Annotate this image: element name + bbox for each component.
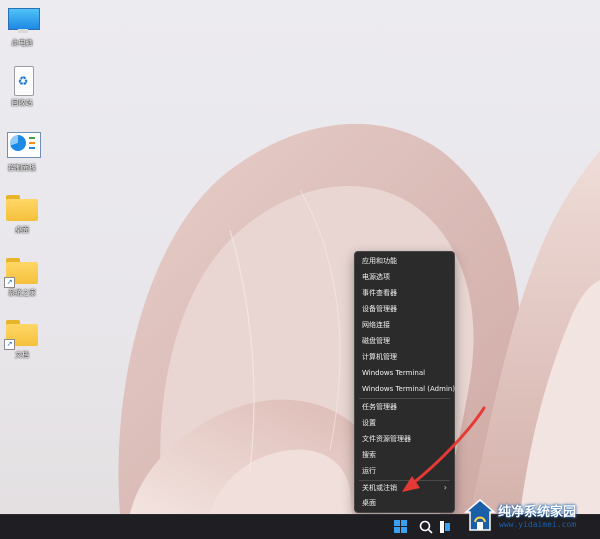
folder-shortcut-icon: ↗: [4, 256, 40, 288]
menu-item-disk-management[interactable]: 磁盘管理: [355, 333, 454, 349]
shortcut-arrow-icon: ↗: [4, 277, 15, 288]
menu-item-power-options[interactable]: 电源选项: [355, 269, 454, 285]
recycle-bin-icon: ♻: [4, 66, 40, 96]
search-icon[interactable]: [418, 519, 434, 535]
control-panel-icon: [4, 131, 41, 161]
desktop-background: [0, 0, 600, 538]
desktop-icon-label: 文档: [15, 351, 29, 359]
desktop-icon-label: 回收站: [11, 99, 33, 107]
house-logo-icon: [464, 499, 496, 531]
menu-item-device-manager[interactable]: 设备管理器: [355, 301, 454, 317]
menu-item-windows-terminal-admin[interactable]: Windows Terminal (Admin): [355, 381, 455, 397]
watermark-logo: 纯净系统家园 www.yidaimei.com: [462, 494, 600, 538]
menu-item-file-explorer[interactable]: 文件资源管理器: [355, 431, 454, 447]
menu-item-task-manager[interactable]: 任务管理器: [355, 399, 454, 415]
folder-shortcut-icon: ↗: [4, 318, 40, 350]
menu-item-run[interactable]: 运行: [355, 463, 454, 479]
watermark-title: 纯净系统家园: [498, 505, 577, 520]
menu-item-apps-and-features[interactable]: 应用和功能: [355, 253, 454, 269]
start-context-menu: 应用和功能 电源选项 事件查看器 设备管理器 网络连接 磁盘管理 计算机管理 W…: [354, 251, 455, 513]
task-view-icon[interactable]: [440, 521, 450, 533]
menu-item-search[interactable]: 搜索: [355, 447, 454, 463]
desktop-icon-label: 此电脑: [11, 39, 33, 47]
monitor-icon: [4, 6, 40, 36]
shortcut-arrow-icon: ↗: [4, 339, 15, 350]
desktop-icon-label: 桌面: [15, 226, 29, 234]
menu-item-windows-terminal[interactable]: Windows Terminal: [355, 365, 454, 381]
desktop-icon-control-panel[interactable]: 控制面板: [0, 131, 44, 173]
desktop-icon-computer[interactable]: 此电脑: [0, 6, 44, 48]
menu-item-settings[interactable]: 设置: [355, 415, 454, 431]
menu-item-computer-management[interactable]: 计算机管理: [355, 349, 454, 365]
menu-item-network-connections[interactable]: 网络连接: [355, 317, 454, 333]
menu-item-desktop[interactable]: 桌面: [355, 495, 454, 511]
desktop-icon-label: 系统之家: [8, 289, 36, 297]
menu-item-event-viewer[interactable]: 事件查看器: [355, 285, 454, 301]
desktop-icon-label: 控制面板: [8, 164, 36, 172]
chevron-right-icon: ›: [443, 483, 447, 492]
menu-item-label: 关机或注销: [362, 484, 397, 492]
watermark-url: www.yidaimei.com: [499, 520, 577, 529]
desktop-icon-recycle-bin[interactable]: ♻ 回收站: [0, 66, 44, 108]
folder-icon: [4, 193, 40, 223]
desktop-icon-folder-1[interactable]: 桌面: [0, 193, 44, 235]
windows-start-icon[interactable]: [394, 520, 408, 534]
desktop-icon-folder-3[interactable]: ↗ 文档: [0, 318, 44, 360]
bloom-wallpaper: [118, 123, 600, 514]
menu-item-shutdown-signout[interactable]: 关机或注销 ›: [355, 480, 454, 496]
desktop-icon-folder-2[interactable]: ↗ 系统之家: [0, 256, 44, 298]
